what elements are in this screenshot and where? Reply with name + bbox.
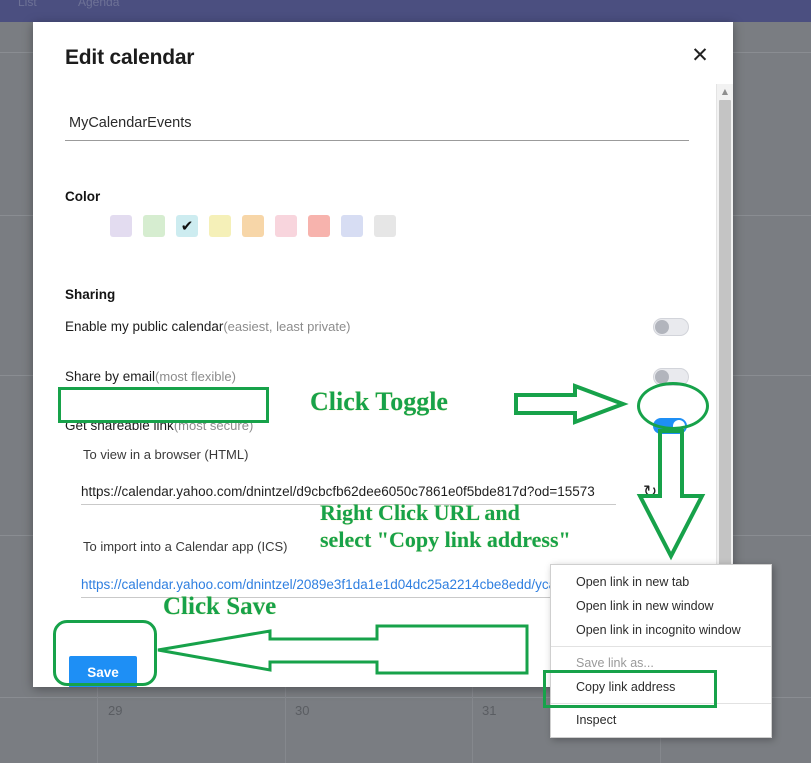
calendar-day-number: 30 — [295, 703, 310, 718]
annotation-click-save: Click Save — [163, 593, 277, 620]
context-menu-item-open-link-incognito[interactable]: Open link in incognito window — [551, 618, 771, 642]
color-section-label: Color — [65, 189, 101, 204]
toggle-enable-public-calendar[interactable] — [653, 318, 689, 336]
annotation-box-save-button — [53, 620, 157, 686]
html-link-caption: To view in a browser (HTML) — [83, 447, 249, 462]
annotation-right-click-url-line2: select "Copy link address" — [320, 527, 571, 552]
link-context-menu: Open link in new tab Open link in new wi… — [550, 564, 772, 738]
color-swatch-light-green[interactable] — [143, 215, 165, 237]
sharing-row-enable-public-calendar: Enable my public calendar(easiest, least… — [65, 318, 701, 342]
annotation-right-click-url-line1: Right Click URL and — [320, 500, 520, 525]
sharing-row-label: Share by email — [65, 369, 156, 384]
sharing-section-label: Sharing — [65, 287, 116, 302]
color-swatch-salmon[interactable] — [308, 215, 330, 237]
color-swatch-light-orange[interactable] — [242, 215, 264, 237]
check-icon: ✔ — [180, 217, 194, 235]
annotation-arrow-left-to-save — [157, 624, 529, 675]
sharing-row-hint: (most flexible) — [155, 369, 236, 384]
context-menu-item-inspect[interactable]: Inspect — [551, 708, 771, 732]
calendar-day-number: 29 — [108, 703, 123, 718]
annotation-arrow-down-to-ics — [636, 429, 706, 561]
color-swatch-light-gray[interactable] — [374, 215, 396, 237]
annotation-ellipse-toggle — [637, 382, 709, 430]
color-swatch-lavender[interactable] — [110, 215, 132, 237]
sharing-row-hint: (easiest, least private) — [223, 319, 351, 334]
context-menu-item-open-link-new-tab[interactable]: Open link in new tab — [551, 570, 771, 594]
color-swatch-list: ✔ — [110, 215, 396, 237]
color-swatch-light-pink[interactable] — [275, 215, 297, 237]
context-menu-separator — [551, 646, 771, 647]
color-swatch-periwinkle[interactable] — [341, 215, 363, 237]
ics-link-url[interactable]: https://calendar.yahoo.com/dnintzel/2089… — [81, 577, 616, 598]
context-menu-item-open-link-new-window[interactable]: Open link in new window — [551, 594, 771, 618]
sharing-row-label: Enable my public calendar — [65, 319, 224, 334]
background-topbar-list-label: List — [18, 0, 37, 9]
annotation-click-toggle: Click Toggle — [310, 387, 448, 416]
calendar-day-number: 31 — [482, 703, 497, 718]
color-swatch-light-yellow[interactable] — [209, 215, 231, 237]
ics-link-caption: To import into a Calendar app (ICS) — [83, 539, 288, 554]
color-swatch-light-cyan-selected[interactable]: ✔ — [176, 215, 198, 237]
annotation-box-copy-link-address — [543, 670, 717, 708]
background-topbar-agenda-label: Agenda — [78, 0, 120, 9]
calendar-name-input[interactable] — [65, 108, 689, 141]
annotation-box-get-shareable-link — [58, 387, 269, 423]
background-topbar: List Agenda — [0, 0, 811, 22]
dialog-title: Edit calendar — [65, 46, 195, 69]
close-icon[interactable]: ✕ — [685, 40, 715, 70]
scrollbar-up-arrow-icon[interactable]: ▲ — [717, 84, 733, 99]
annotation-arrow-right-toggle — [514, 383, 629, 425]
